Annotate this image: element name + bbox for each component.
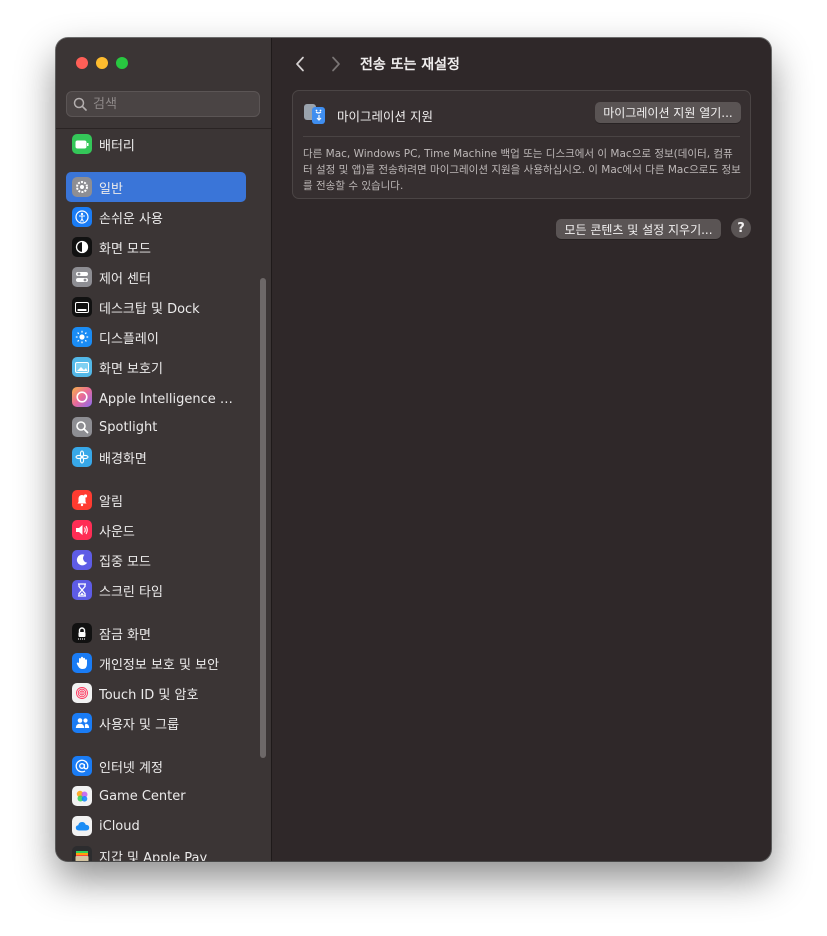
erase-all-content-button[interactable]: 모든 콘텐츠 및 설정 지우기... [556, 219, 721, 239]
sidebar-item-label: 스크린 타임 [99, 584, 163, 600]
sidebar-item-screen-time[interactable]: 스크린 타임 [66, 575, 246, 605]
settings-window: 배터리 일반 손쉬운 사용 화면 모드 [56, 38, 771, 861]
sidebar-item-displays[interactable]: 디스플레이 [66, 322, 246, 352]
search-input[interactable] [91, 95, 245, 113]
zoom-window-button[interactable] [116, 57, 128, 69]
window-controls [76, 57, 128, 69]
appearance-icon [72, 237, 92, 257]
sidebar-item-label: 일반 [99, 181, 123, 197]
screensaver-icon [72, 357, 92, 377]
sidebar-item-focus[interactable]: 집중 모드 [66, 545, 246, 575]
sidebar-item-lock-screen[interactable]: 잠금 화면 [66, 618, 246, 648]
wallpaper-flower-icon [72, 447, 92, 467]
sidebar-item-general[interactable]: 일반 [66, 172, 246, 202]
screen-time-hourglass-icon [72, 580, 92, 600]
sidebar-item-appearance[interactable]: 화면 모드 [66, 232, 246, 262]
forward-button[interactable] [326, 54, 346, 74]
fingerprint-icon [72, 683, 92, 703]
sidebar-item-label: Game Center [99, 788, 186, 804]
search-icon [73, 97, 87, 111]
sidebar-item-apple-intelligence[interactable]: Apple Intelligence 및... [66, 382, 246, 412]
sidebar: 배터리 일반 손쉬운 사용 화면 모드 [56, 38, 272, 861]
sound-speaker-icon [72, 520, 92, 540]
sidebar-item-accessibility[interactable]: 손쉬운 사용 [66, 202, 246, 232]
sidebar-item-label: 화면 보호기 [99, 361, 163, 377]
icloud-icon [72, 816, 92, 836]
sidebar-item-privacy-security[interactable]: 개인정보 보호 및 보안 [66, 648, 246, 678]
sidebar-item-label: 개인정보 보호 및 보안 [99, 657, 220, 673]
sidebar-item-label: 화면 모드 [99, 241, 151, 257]
back-button[interactable] [290, 54, 310, 74]
sidebar-item-label: 손쉬운 사용 [99, 211, 163, 227]
sidebar-item-label: 제어 센터 [99, 271, 151, 287]
sidebar-item-label: 사운드 [99, 524, 135, 540]
notifications-bell-icon [72, 490, 92, 510]
chevron-left-icon [296, 56, 304, 72]
sidebar-item-spotlight[interactable]: Spotlight [66, 412, 246, 442]
page-title: 전송 또는 재설정 [360, 57, 460, 73]
sidebar-item-label: Spotlight [99, 419, 158, 435]
dock-icon [72, 297, 92, 317]
open-migration-assistant-button[interactable]: 마이그레이션 지원 열기... [595, 102, 741, 123]
apple-intelligence-icon [72, 387, 92, 407]
battery-icon [72, 134, 92, 154]
display-sun-icon [72, 327, 92, 347]
sidebar-item-game-center[interactable]: Game Center [66, 781, 246, 811]
sidebar-item-sound[interactable]: 사운드 [66, 515, 246, 545]
game-center-icon [72, 786, 92, 806]
wallet-icon [72, 846, 92, 861]
content-pane: 전송 또는 재설정 마이그레이션 지원 마이그레이션 지원 열기... 다른 M… [272, 38, 771, 861]
focus-moon-icon [72, 550, 92, 570]
migration-description: 다른 Mac, Windows PC, Time Machine 백업 또는 디… [303, 148, 741, 192]
accessibility-icon [72, 207, 92, 227]
sidebar-item-label: 사용자 및 그룹 [99, 717, 180, 733]
sidebar-item-label: 알림 [99, 494, 123, 510]
sidebar-item-control-center[interactable]: 제어 센터 [66, 262, 246, 292]
sidebar-item-label: 데스크탑 및 Dock [99, 301, 200, 317]
sidebar-item-label: 잠금 화면 [99, 627, 151, 643]
privacy-hand-icon [72, 653, 92, 673]
spotlight-magnifier-icon [72, 417, 92, 437]
at-sign-icon [72, 756, 92, 776]
sidebar-item-screen-saver[interactable]: 화면 보호기 [66, 352, 246, 382]
sidebar-item-label: 배터리 [99, 138, 135, 154]
sidebar-item-battery[interactable]: 배터리 [66, 129, 246, 159]
control-center-icon [72, 267, 92, 287]
sidebar-item-label: 배경화면 [99, 451, 147, 467]
sidebar-item-label: 집중 모드 [99, 554, 151, 570]
sidebar-item-internet-accounts[interactable]: 인터넷 계정 [66, 751, 246, 781]
sidebar-item-label: iCloud [99, 818, 140, 834]
sidebar-item-touch-id[interactable]: Touch ID 및 암호 [66, 678, 246, 708]
close-window-button[interactable] [76, 57, 88, 69]
migration-assistant-label: 마이그레이션 지원 [337, 109, 433, 124]
help-button[interactable]: ? [731, 218, 751, 238]
sidebar-item-users-groups[interactable]: 사용자 및 그룹 [66, 708, 246, 738]
chevron-right-icon [332, 56, 340, 72]
sidebar-item-notifications[interactable]: 알림 [66, 485, 246, 515]
toolbar: 전송 또는 재설정 [272, 38, 771, 88]
migration-assistant-icon [303, 101, 327, 125]
minimize-window-button[interactable] [96, 57, 108, 69]
gear-icon [72, 177, 92, 197]
migration-assistant-panel: 마이그레이션 지원 마이그레이션 지원 열기... 다른 Mac, Window… [292, 90, 751, 199]
sidebar-scrollbar[interactable] [260, 278, 266, 758]
sidebar-item-label: Apple Intelligence 및... [99, 391, 239, 407]
sidebar-item-desktop-dock[interactable]: 데스크탑 및 Dock [66, 292, 246, 322]
panel-divider [303, 136, 740, 137]
sidebar-item-label: Touch ID 및 암호 [99, 687, 199, 703]
users-group-icon [72, 713, 92, 733]
sidebar-item-label: 지갑 및 Apple Pay [99, 850, 208, 862]
lock-screen-icon [72, 623, 92, 643]
sidebar-item-label: 인터넷 계정 [99, 760, 163, 776]
sidebar-item-label: 디스플레이 [99, 331, 159, 347]
sidebar-item-icloud[interactable]: iCloud [66, 811, 246, 841]
sidebar-item-wallpaper[interactable]: 배경화면 [66, 442, 246, 472]
sidebar-item-wallet[interactable]: 지갑 및 Apple Pay [66, 841, 246, 861]
search-field[interactable] [66, 91, 260, 117]
